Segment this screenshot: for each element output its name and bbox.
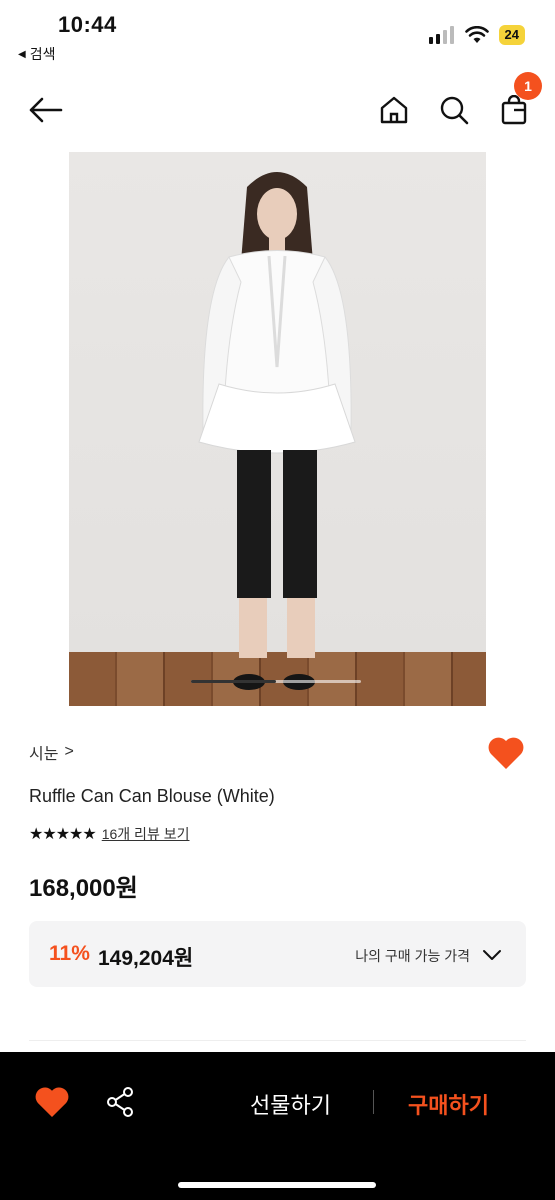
image-carousel-indicator-active xyxy=(191,680,276,683)
bottom-action-bar: 선물하기 구매하기 xyxy=(0,1052,555,1200)
status-time: 10:44 xyxy=(58,12,117,37)
brand-link[interactable]: 시눈 > xyxy=(29,740,74,764)
home-indicator[interactable] xyxy=(178,1182,376,1188)
wifi-icon xyxy=(464,26,489,43)
back-arrow-icon xyxy=(29,97,63,123)
home-icon xyxy=(380,96,408,124)
bottom-like-button[interactable] xyxy=(34,1086,70,1118)
review-link[interactable]: 16개 리뷰 보기 xyxy=(102,824,190,844)
buy-button[interactable]: 구매하기 xyxy=(408,1088,489,1120)
product-image[interactable] xyxy=(69,152,486,706)
cart-count-badge: 1 xyxy=(514,72,542,100)
my-price-label: 나의 구매 가능 가격 xyxy=(355,948,470,964)
discount-rate: 11% xyxy=(49,942,90,965)
discounted-price: 149,204원 xyxy=(98,947,194,970)
heart-icon xyxy=(488,737,524,769)
gift-button[interactable]: 선물하기 xyxy=(250,1088,331,1120)
model-illustration xyxy=(198,172,356,690)
brand-name: 시눈 xyxy=(29,746,59,763)
my-price-panel[interactable]: 11% 149,204원 나의 구매 가능 가격 xyxy=(29,921,526,987)
share-icon xyxy=(107,1087,133,1117)
back-to-search-label: 검색 xyxy=(29,46,56,62)
share-button[interactable] xyxy=(102,1084,138,1120)
search-icon xyxy=(440,96,469,125)
brand-chevron-icon: > xyxy=(64,743,74,760)
signal-icon xyxy=(428,26,454,44)
search-button[interactable] xyxy=(434,90,474,130)
back-to-search-link[interactable]: ◀ 검색 xyxy=(18,44,55,64)
cart-button[interactable]: 1 xyxy=(494,72,542,130)
like-button[interactable] xyxy=(487,736,525,770)
rating-row: ★★★★★ 16개 리뷰 보기 xyxy=(29,824,189,844)
back-button[interactable] xyxy=(26,90,66,130)
rating-stars: ★★★★★ xyxy=(29,826,97,843)
heart-icon xyxy=(35,1087,69,1118)
top-navigation: 1 xyxy=(0,72,555,140)
status-bar: 10:44 ◀ 검색 24 xyxy=(0,0,555,70)
status-indicators: 24 xyxy=(428,25,525,45)
home-button[interactable] xyxy=(374,90,414,130)
back-triangle-icon: ◀ xyxy=(18,48,26,60)
button-divider xyxy=(373,1090,374,1114)
product-price: 168,000원 xyxy=(29,875,138,902)
product-title: Ruffle Can Can Blouse (White) xyxy=(29,786,275,806)
image-carousel-indicator xyxy=(191,680,361,683)
chevron-down-icon[interactable] xyxy=(482,945,502,965)
battery-indicator: 24 xyxy=(498,25,525,45)
divider xyxy=(29,1040,526,1041)
